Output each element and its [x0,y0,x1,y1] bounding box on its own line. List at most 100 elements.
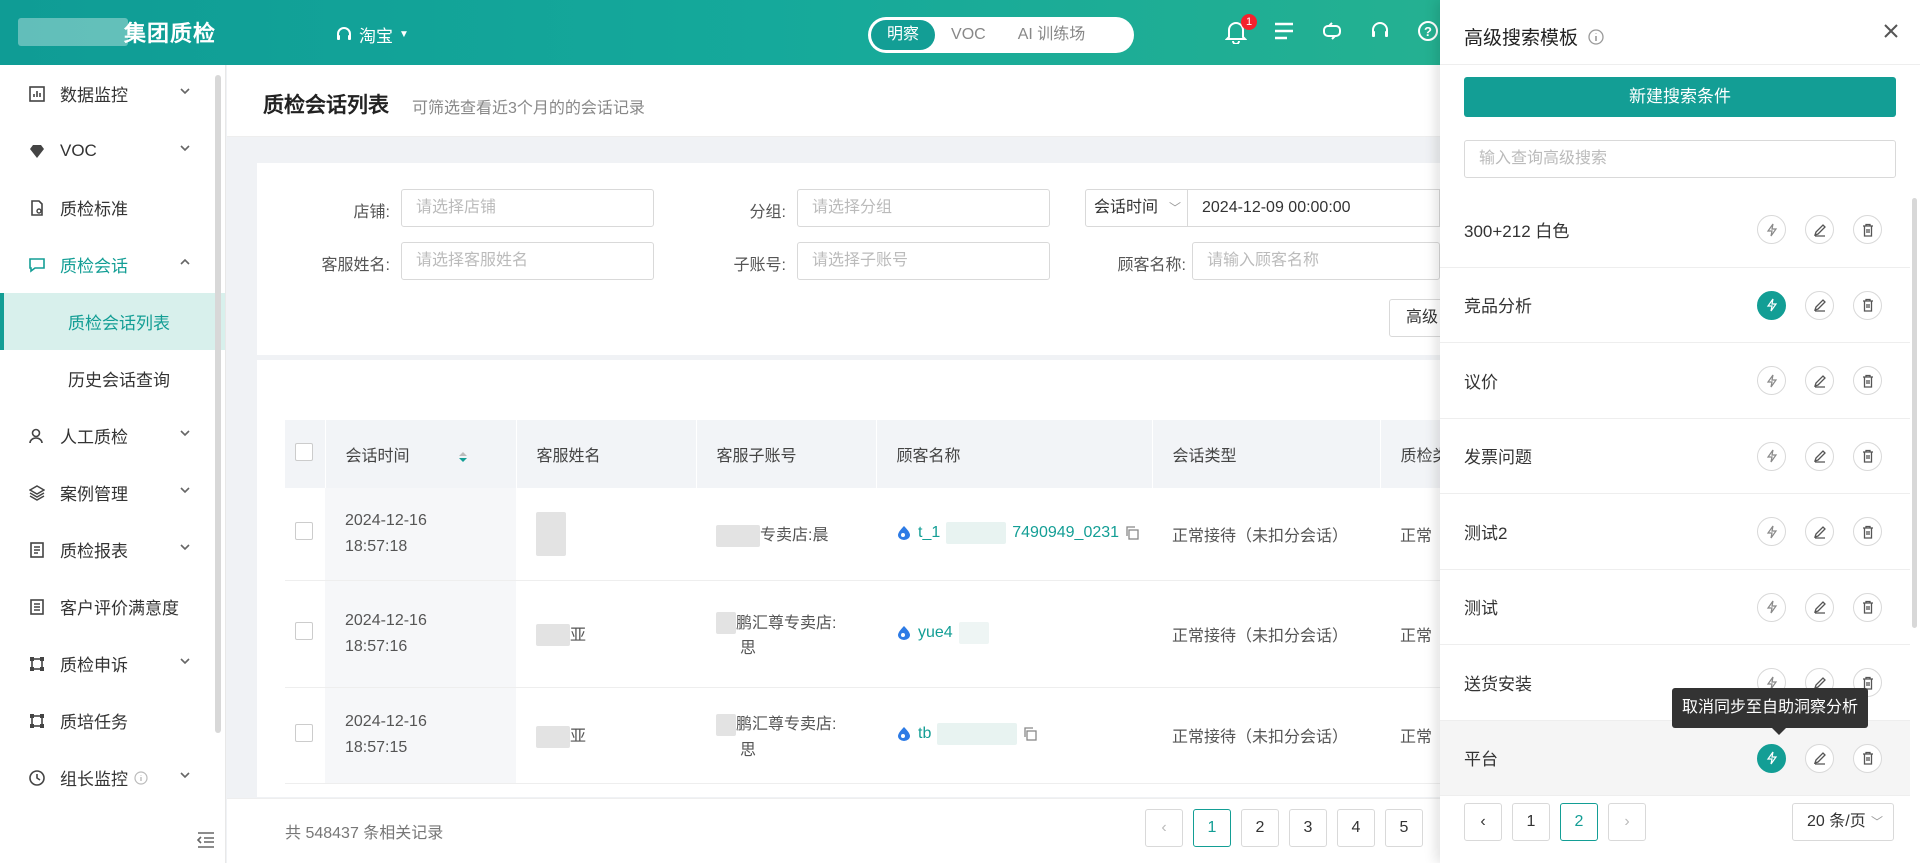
page-button-2[interactable]: 2 [1241,809,1279,847]
sidebar-item-history[interactable]: 历史会话查询 [0,350,225,407]
edit-icon[interactable] [1805,215,1834,244]
edit-icon[interactable] [1805,592,1834,622]
customer-link[interactable]: tb [896,723,1037,745]
customer-link[interactable]: t_1 7490949_0231 [896,521,1139,544]
page-button-4[interactable]: 4 [1337,809,1375,847]
synced-icon[interactable] [1757,743,1786,773]
time-type-select[interactable]: 会话时间 ﹀ [1085,189,1188,227]
synced-icon[interactable] [1757,290,1786,320]
page-button-3[interactable]: 3 [1289,809,1327,847]
sync-icon[interactable] [1757,517,1786,546]
edit-icon[interactable] [1805,743,1834,773]
brand-name: 集团质检 [124,21,217,46]
template-item[interactable]: 发票问题 [1440,419,1910,494]
table-row[interactable]: 2024-12-16 18:57:16 亚 鹏汇尊专卖店: 思 yue4 正常接待（… [285,580,1440,688]
menu-list-icon[interactable] [1273,20,1297,44]
subaccount-select[interactable]: 请选择子账号 [797,242,1050,280]
new-search-condition-button[interactable]: 新建搜索条件 [1464,77,1896,117]
help-icon[interactable]: ? [1417,20,1441,44]
panel-page-1[interactable]: 1 [1512,803,1550,841]
delete-icon[interactable] [1853,517,1882,546]
sidebar-item-manual-qc[interactable]: 人工质检 [0,407,225,464]
sync-icon[interactable] [1757,441,1786,471]
sidebar-item-data-monitor[interactable]: 数据监控 [0,65,225,122]
sidebar-item-voc[interactable]: VOC [0,122,225,179]
page-button-5[interactable]: 5 [1385,809,1423,847]
sidebar-item-qc-standard[interactable]: 质检标准 [0,179,225,236]
template-item[interactable]: 议价 [1440,343,1910,419]
delete-icon[interactable] [1853,592,1882,622]
template-item[interactable]: 测试 [1440,570,1910,645]
customer-link[interactable]: yue4 [896,621,989,644]
copy-icon[interactable] [1023,727,1037,741]
bell-icon[interactable]: 1 [1225,14,1257,44]
time-start-input[interactable]: 2024-12-09 00:00:00 [1188,189,1440,227]
panel-next-button[interactable]: › [1608,803,1646,841]
sidebar-item-label: 质检会话 [60,257,128,276]
select-all-checkbox[interactable] [295,442,313,461]
sidebar-scrollbar[interactable] [215,75,221,733]
customer-input[interactable]: 请输入顾客名称 [1192,242,1440,280]
template-item[interactable]: 平台 [1440,720,1910,796]
platform-selector[interactable]: 淘宝 ▼ [335,22,409,47]
info-icon[interactable] [1588,28,1604,45]
pagination: ‹ 1 2 3 4 5 [1145,809,1423,847]
edit-icon[interactable] [1805,290,1834,320]
prev-page-button[interactable]: ‹ [1145,809,1183,847]
page-size-select[interactable]: 20 条/页 ﹀ [1792,803,1894,841]
segment-ai-training[interactable]: AI 训练场 [1002,20,1102,50]
group-label: 分组: [749,204,786,221]
close-icon[interactable] [1882,22,1900,40]
delete-icon[interactable] [1853,290,1882,320]
sidebar-item-session-list[interactable]: 质检会话列表 [0,293,225,350]
sync-icon[interactable] [1757,215,1786,244]
edit-icon[interactable] [1805,517,1834,546]
template-search-input[interactable]: 输入查询高级搜索 [1464,140,1896,178]
delete-icon[interactable] [1853,215,1882,244]
panel-prev-button[interactable]: ‹ [1464,803,1502,841]
agent-select[interactable]: 请选择客服姓名 [401,242,654,280]
sidebar-item-training-task[interactable]: 质培任务 [0,692,225,749]
delete-icon[interactable] [1853,366,1882,395]
collapse-menu-icon[interactable] [196,831,216,849]
sync-icon[interactable] [1757,592,1786,622]
redacted-block [958,621,989,644]
template-item[interactable]: 测试2 [1440,494,1910,570]
table-row[interactable]: 2024-12-16 18:57:15 亚 鹏汇尊专卖店: 思 tb 正常接待（未扣… [285,687,1440,784]
sidebar-item-satisfaction[interactable]: 客户评价满意度 [0,578,225,635]
group-select[interactable]: 请选择分组 [797,189,1050,227]
panel-scrollbar[interactable] [1912,198,1917,628]
template-item[interactable]: 竞品分析 [1440,268,1910,343]
row-checkbox[interactable] [295,522,313,541]
sidebar-item-case-mgmt[interactable]: 案例管理 [0,464,225,521]
sidebar-item-leader-monitor[interactable]: 组长监控 [0,749,225,806]
switch-icon[interactable] [1321,20,1345,44]
copy-icon[interactable] [1125,526,1139,540]
col-session-time[interactable]: 会话时间 [325,420,517,488]
table-row[interactable]: 2024-12-16 18:57:18 专卖店:晨 t_1 7490949_0231… [285,488,1440,581]
template-item[interactable]: 300+212 白色 [1440,192,1910,268]
row-checkbox[interactable] [295,723,313,742]
page-button-1[interactable]: 1 [1193,809,1231,847]
edit-icon[interactable] [1805,366,1834,395]
panel-page-2[interactable]: 2 [1560,803,1598,841]
support-icon[interactable] [1369,20,1393,44]
shop-select[interactable]: 请选择店铺 [401,189,654,227]
sidebar-item-qc-report[interactable]: 质检报表 [0,521,225,578]
panel-title: 高级搜索模板 [1464,23,1604,50]
row-checkbox[interactable] [295,622,313,640]
sidebar-item-qc-session[interactable]: 质检会话 [0,236,225,293]
delete-icon[interactable] [1853,743,1882,773]
delete-icon[interactable] [1853,441,1882,471]
chevron-down-icon: ﹀ [1870,815,1883,829]
sync-icon[interactable] [1757,366,1786,395]
sort-icon[interactable] [458,450,468,464]
chevron-down-icon [179,484,191,496]
panel-pagination: ‹ 1 2 › [1464,803,1646,841]
segment-mingcha[interactable]: 明察 [871,20,936,50]
segment-voc[interactable]: VOC [935,20,1002,50]
edit-icon[interactable] [1805,441,1834,471]
redacted-block [536,511,566,556]
brand-logo[interactable]: 集团质检 [20,16,216,48]
sidebar-item-appeal[interactable]: 质检申诉 [0,635,225,692]
